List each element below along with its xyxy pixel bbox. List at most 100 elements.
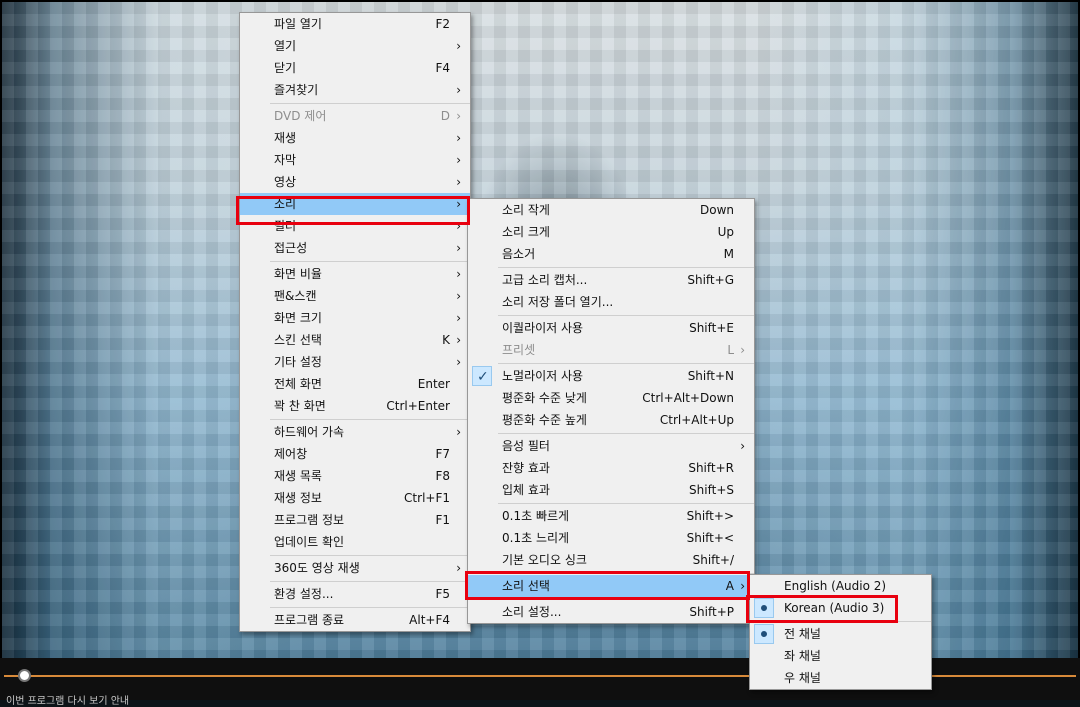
main-menu-item[interactable]: 전체 화면 Enter: [240, 373, 470, 395]
sound-menu-item[interactable]: 평준화 수준 낮게 Ctrl+Alt+Down: [468, 387, 754, 409]
main-menu-item[interactable]: 재생 정보 Ctrl+F1: [240, 487, 470, 509]
menu-item-label: 소리 설정...: [502, 605, 562, 619]
main-menu-item[interactable]: 재생 ›: [240, 127, 470, 149]
sound-menu-item[interactable]: 0.1초 느리게 Shift+<: [468, 527, 754, 549]
chevron-right-icon: ›: [740, 439, 745, 453]
audio-menu-item[interactable]: 전 채널: [750, 623, 931, 645]
main-menu-item[interactable]: 기타 설정 ›: [240, 351, 470, 373]
menu-item-label: 잔향 효과: [502, 461, 550, 475]
main-menu-item[interactable]: 팬&스캔 ›: [240, 285, 470, 307]
sound-menu-item[interactable]: 소리 저장 폴더 열기...: [468, 291, 754, 313]
audio-menu-item[interactable]: 좌 채널: [750, 645, 931, 667]
chevron-right-icon: ›: [456, 175, 461, 189]
menu-item-label: 꽉 찬 화면: [274, 399, 326, 413]
main-menu-item[interactable]: 프로그램 정보 F1: [240, 509, 470, 531]
sound-menu-item[interactable]: 기본 오디오 싱크 Shift+/: [468, 549, 754, 571]
menu-item-label: 전체 화면: [274, 377, 322, 391]
menu-item-label: 음소거: [502, 247, 536, 261]
main-menu-item[interactable]: 접근성 ›: [240, 237, 470, 259]
chevron-right-icon: ›: [456, 109, 461, 123]
main-menu-item[interactable]: 영상 ›: [240, 171, 470, 193]
menu-item-label: 닫기: [274, 61, 297, 75]
main-menu-item[interactable]: 파일 열기 F2: [240, 13, 470, 35]
sound-menu-item[interactable]: 고급 소리 캡처... Shift+G: [468, 269, 754, 291]
main-menu-item[interactable]: 스킨 선택 K ›: [240, 329, 470, 351]
main-menu-item[interactable]: 업데이트 확인: [240, 531, 470, 553]
chevron-right-icon: ›: [740, 579, 745, 593]
chevron-right-icon: ›: [456, 39, 461, 53]
sound-menu-item[interactable]: 입체 효과 Shift+S: [468, 479, 754, 501]
sound-menu-item[interactable]: 평준화 수준 높게 Ctrl+Alt+Up: [468, 409, 754, 431]
main-menu-item[interactable]: 하드웨어 가속 ›: [240, 421, 470, 443]
sound-menu-item[interactable]: 프리셋 L ›: [468, 339, 754, 361]
main-menu-item[interactable]: 필터 ›: [240, 215, 470, 237]
menu-item-shortcut: F7: [435, 447, 450, 461]
main-menu-item[interactable]: 제어창 F7: [240, 443, 470, 465]
menu-item-shortcut: L: [727, 343, 734, 357]
main-menu-item[interactable]: 360도 영상 재생 ›: [240, 557, 470, 579]
context-menu: 파일 열기 F2 열기 › 닫기 F4 즐겨찾기 › DVD 제어 D › 재생 › 자막 › 영상 › 소리 › 필…: [239, 12, 471, 632]
menu-item-label: 재생 정보: [274, 491, 322, 505]
menu-item-label: 좌 채널: [784, 649, 821, 663]
menu-item-label: 소리 선택: [502, 579, 550, 593]
main-menu-item[interactable]: 열기 ›: [240, 35, 470, 57]
main-menu-item[interactable]: 화면 크기 ›: [240, 307, 470, 329]
menu-item-label: 프로그램 종료: [274, 613, 345, 627]
sound-menu-item[interactable]: 0.1초 빠르게 Shift+>: [468, 505, 754, 527]
main-menu-item[interactable]: 닫기 F4: [240, 57, 470, 79]
menu-item-label: 평준화 수준 낮게: [502, 391, 587, 405]
audio-menu-item[interactable]: English (Audio 2): [750, 575, 931, 597]
main-menu-item[interactable]: DVD 제어 D ›: [240, 105, 470, 127]
menu-item-label: 영상: [274, 175, 297, 189]
main-menu-item[interactable]: 소리 ›: [240, 193, 470, 215]
sound-menu-item[interactable]: 소리 작게 Down: [468, 199, 754, 221]
menu-item-shortcut: Ctrl+Enter: [386, 399, 450, 413]
sound-menu-item[interactable]: 소리 설정... Shift+P: [468, 601, 754, 623]
main-menu-item[interactable]: 환경 설정... F5: [240, 583, 470, 605]
sound-menu-item[interactable]: 소리 선택 A ›: [468, 575, 754, 597]
menu-item-label: DVD 제어: [274, 109, 327, 123]
menu-separator: [780, 621, 931, 622]
checkmark-icon: [472, 366, 492, 388]
chevron-right-icon: ›: [456, 267, 461, 281]
sound-menu-item[interactable]: 잔향 효과 Shift+R: [468, 457, 754, 479]
menu-item-shortcut: M: [723, 247, 734, 261]
sound-menu-item[interactable]: 음성 필터 ›: [468, 435, 754, 457]
menu-separator: [270, 555, 470, 556]
sound-menu-item[interactable]: 노멀라이저 사용 Shift+N: [468, 365, 754, 388]
menu-item-label: 하드웨어 가속: [274, 425, 345, 439]
menu-item-label: 소리 작게: [502, 203, 550, 217]
menu-separator: [498, 433, 754, 434]
menu-item-shortcut: F1: [435, 513, 450, 527]
main-menu-item[interactable]: 프로그램 종료 Alt+F4: [240, 609, 470, 631]
main-menu-item[interactable]: 꽉 찬 화면 Ctrl+Enter: [240, 395, 470, 417]
chevron-right-icon: ›: [456, 153, 461, 167]
menu-item-label: 고급 소리 캡처...: [502, 273, 588, 287]
main-menu-item[interactable]: 화면 비율 ›: [240, 263, 470, 285]
menu-item-shortcut: Shift+<: [686, 531, 734, 545]
main-menu-item[interactable]: 자막 ›: [240, 149, 470, 171]
sound-menu-item[interactable]: 소리 크게 Up: [468, 221, 754, 243]
menu-separator: [498, 599, 754, 600]
menu-item-shortcut: Down: [699, 203, 734, 217]
chevron-right-icon: ›: [456, 289, 461, 303]
menu-item-shortcut: F2: [435, 17, 450, 31]
menu-item-label: 기본 오디오 싱크: [502, 553, 587, 567]
main-menu-item[interactable]: 즐겨찾기 ›: [240, 79, 470, 101]
menu-item-label: 제어창: [274, 447, 308, 461]
chevron-right-icon: ›: [456, 311, 461, 325]
sound-menu-item[interactable]: 이퀄라이저 사용 Shift+E: [468, 317, 754, 339]
audio-menu-item[interactable]: 우 채널: [750, 667, 931, 689]
menu-item-label: 프로그램 정보: [274, 513, 345, 527]
audio-menu-item[interactable]: Korean (Audio 3): [750, 597, 931, 619]
menu-item-shortcut: Enter: [417, 377, 450, 391]
main-menu-item[interactable]: 재생 목록 F8: [240, 465, 470, 487]
menu-item-shortcut: Shift+P: [689, 605, 734, 619]
menu-item-shortcut: Shift+N: [687, 369, 734, 383]
chevron-right-icon: ›: [456, 197, 461, 211]
seek-handle[interactable]: [18, 669, 31, 682]
sound-menu-item[interactable]: 음소거 M: [468, 243, 754, 265]
menu-separator: [498, 503, 754, 504]
menu-item-shortcut: Up: [717, 225, 734, 239]
menu-item-label: 업데이트 확인: [274, 535, 345, 549]
